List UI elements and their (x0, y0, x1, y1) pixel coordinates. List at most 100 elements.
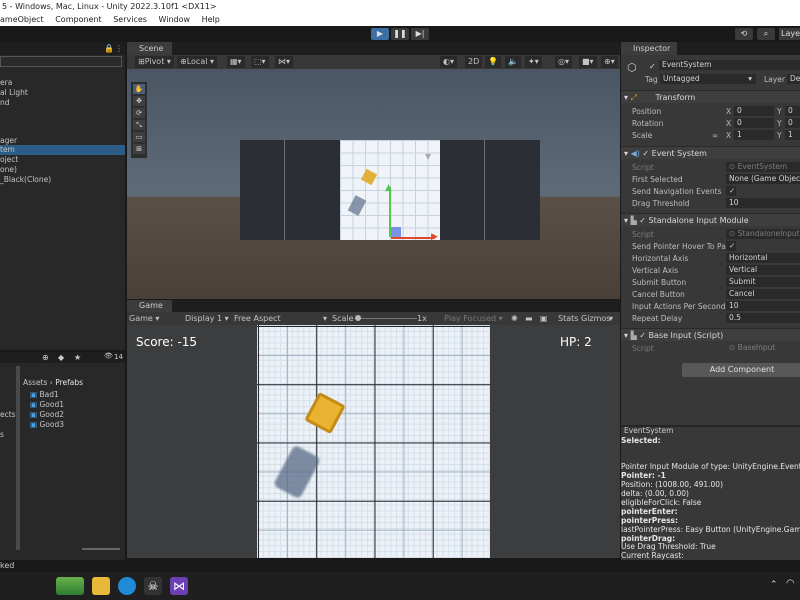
network-icon[interactable]: ◠ (786, 578, 795, 589)
rect-tool-icon[interactable]: ▭ (133, 132, 145, 142)
breadcrumb-assets[interactable]: Assets (23, 378, 47, 387)
scale-y-field[interactable]: 1 (785, 130, 800, 140)
scale-slider-thumb[interactable] (355, 315, 361, 321)
transform-tool-icon[interactable]: ⊞ (133, 144, 145, 154)
send-pointer-hover-checkbox[interactable]: ✓ (726, 241, 736, 251)
input-actions-field[interactable]: 10 (726, 301, 800, 311)
layers-dropdown[interactable]: Layers (779, 28, 800, 40)
cancel-button-field[interactable]: Cancel (726, 289, 800, 299)
scrollbar[interactable] (16, 366, 20, 550)
favorite-icon[interactable]: ★ (74, 353, 81, 362)
camera-icon[interactable]: ■▾ (579, 56, 597, 68)
tab-scene[interactable]: Scene (127, 42, 172, 55)
effects-icon[interactable]: ✦▾ (525, 56, 542, 68)
tab-game[interactable]: Game (127, 300, 172, 312)
prefab-item[interactable]: ▣ Good1 (30, 400, 64, 410)
component-enabled-checkbox[interactable]: ✓ (642, 149, 649, 158)
menu-component[interactable]: Component (55, 15, 101, 24)
gizmos-dropdown-icon[interactable]: ▾ (609, 312, 613, 325)
prefab-item[interactable]: ▣ Bad1 (30, 390, 59, 400)
increment-snap-icon[interactable]: ⬚▾ (251, 56, 269, 68)
component-enabled-checkbox[interactable]: ✓ (639, 216, 646, 225)
hand-tool-icon[interactable]: ✋ (133, 84, 145, 94)
mute-audio-icon[interactable]: ✺ (511, 312, 518, 325)
grid-snap-icon[interactable]: ▦▾ (227, 56, 245, 68)
history-icon[interactable]: ⟲ (735, 28, 753, 40)
project-folder[interactable]: s (0, 430, 4, 440)
submit-button-field[interactable]: Submit (726, 277, 800, 287)
prefab-item[interactable]: ▣ Good2 (30, 410, 64, 420)
menu-help[interactable]: Help (202, 15, 220, 24)
mode-2d-toggle[interactable]: 2D (465, 56, 483, 68)
transform-header[interactable]: ▾ ⤢ Transform (621, 90, 800, 103)
chevron-up-icon[interactable]: ⌃ (770, 580, 778, 590)
display-dropdown[interactable]: Display 1 ▾ (185, 312, 229, 325)
hierarchy-item[interactable]: oject (0, 155, 18, 165)
horizontal-axis-field[interactable]: Horizontal (726, 253, 800, 263)
scale-x-field[interactable]: 1 (734, 130, 774, 140)
icon-size-slider[interactable] (82, 548, 120, 550)
shading-mode-icon[interactable]: ◐▾ (440, 56, 457, 68)
position-x-field[interactable]: 0 (734, 106, 774, 116)
aspect-dropdown[interactable]: Free Aspect ▾ (234, 312, 327, 325)
hierarchy-item-selected[interactable]: tem (0, 145, 125, 155)
pause-button[interactable]: ❚❚ (391, 28, 409, 40)
hierarchy-search-input[interactable] (0, 56, 122, 67)
audio-icon[interactable]: 🔈 (505, 56, 521, 68)
hierarchy-item[interactable]: al Light (0, 88, 28, 98)
position-y-field[interactable]: 0 (785, 106, 800, 116)
repeat-delay-field[interactable]: 0.5 (726, 313, 800, 323)
step-button[interactable]: ▶| (411, 28, 429, 40)
prefab-item[interactable]: ▣ Good3 (30, 420, 64, 430)
more-icon[interactable]: ⋮ (115, 44, 123, 53)
move-tool-icon[interactable]: ✥ (133, 96, 145, 106)
vertical-axis-field[interactable]: Vertical (726, 265, 800, 275)
scene-view[interactable]: ▲ ▶ ▼ (127, 69, 620, 299)
base-input-header[interactable]: ▾ ▙ ✓ Base Input (Script) (621, 328, 800, 341)
first-selected-field[interactable]: None (Game Object) (726, 174, 800, 184)
menu-window[interactable]: Window (159, 15, 191, 24)
breadcrumb-prefabs[interactable]: Prefabs (55, 378, 83, 387)
rotation-y-field[interactable]: 0 (785, 118, 800, 128)
stats-icon[interactable]: ▬ (525, 312, 533, 325)
unity-hub-icon[interactable]: ☠ (144, 577, 162, 595)
hierarchy-item[interactable]: _Black(Clone) (0, 175, 51, 185)
local-dropdown[interactable]: ⊕Local ▾ (177, 56, 217, 68)
standalone-input-header[interactable]: ▾ ▙ ✓ Standalone Input Module (621, 213, 800, 226)
visibility-icon[interactable]: ◎▾ (555, 56, 572, 68)
object-name-field[interactable]: EventSystem (659, 60, 800, 70)
layer-dropdown[interactable]: De (787, 74, 800, 84)
move-x-axis-handle[interactable] (391, 237, 435, 239)
visual-studio-icon[interactable]: ⋈ (170, 577, 188, 595)
hierarchy-item[interactable]: nd (0, 98, 10, 108)
landscape-app-icon[interactable] (56, 577, 84, 595)
menu-services[interactable]: Services (113, 15, 147, 24)
drag-threshold-field[interactable]: 10 (726, 198, 800, 208)
play-button[interactable]: ▶ (371, 28, 389, 40)
active-checkbox[interactable]: ✓ (649, 62, 656, 71)
hierarchy-item[interactable]: one) (0, 165, 17, 175)
link-icon[interactable]: ∞ (712, 130, 718, 141)
add-component-button[interactable]: Add Component (682, 363, 800, 377)
snap-icon[interactable]: ⋈▾ (275, 56, 294, 68)
audio-icon[interactable]: ▣ (540, 312, 548, 325)
event-system-header[interactable]: ▾ ◀) ✓ Event System (621, 146, 800, 159)
search-icon[interactable]: ⌕ (757, 28, 775, 40)
tag-dropdown[interactable]: Untagged ▾ (660, 74, 756, 84)
file-explorer-icon[interactable] (92, 577, 110, 595)
stats-toggle[interactable]: Stats (558, 312, 578, 325)
send-navigation-checkbox[interactable]: ✓ (726, 186, 736, 196)
menu-gameobject[interactable]: ameObject (0, 15, 44, 24)
gizmos-icon[interactable]: ⊕▾ (601, 56, 618, 68)
tab-inspector[interactable]: Inspector (621, 42, 677, 55)
play-focused-dropdown[interactable]: Play Focused ▾ (444, 312, 503, 325)
rotate-tool-icon[interactable]: ⟳ (133, 108, 145, 118)
scale-tool-icon[interactable]: ⤡ (133, 120, 145, 130)
gizmos-toggle[interactable]: Gizmos (581, 312, 610, 325)
scale-slider[interactable] (355, 318, 417, 319)
lock-icon[interactable]: 🔒 (104, 44, 114, 53)
game-mode-dropdown[interactable]: Game ▾ (129, 312, 159, 325)
hierarchy-item[interactable]: era (0, 78, 12, 88)
project-folder[interactable]: ects (0, 410, 16, 420)
move-plane-handle[interactable] (391, 227, 401, 237)
